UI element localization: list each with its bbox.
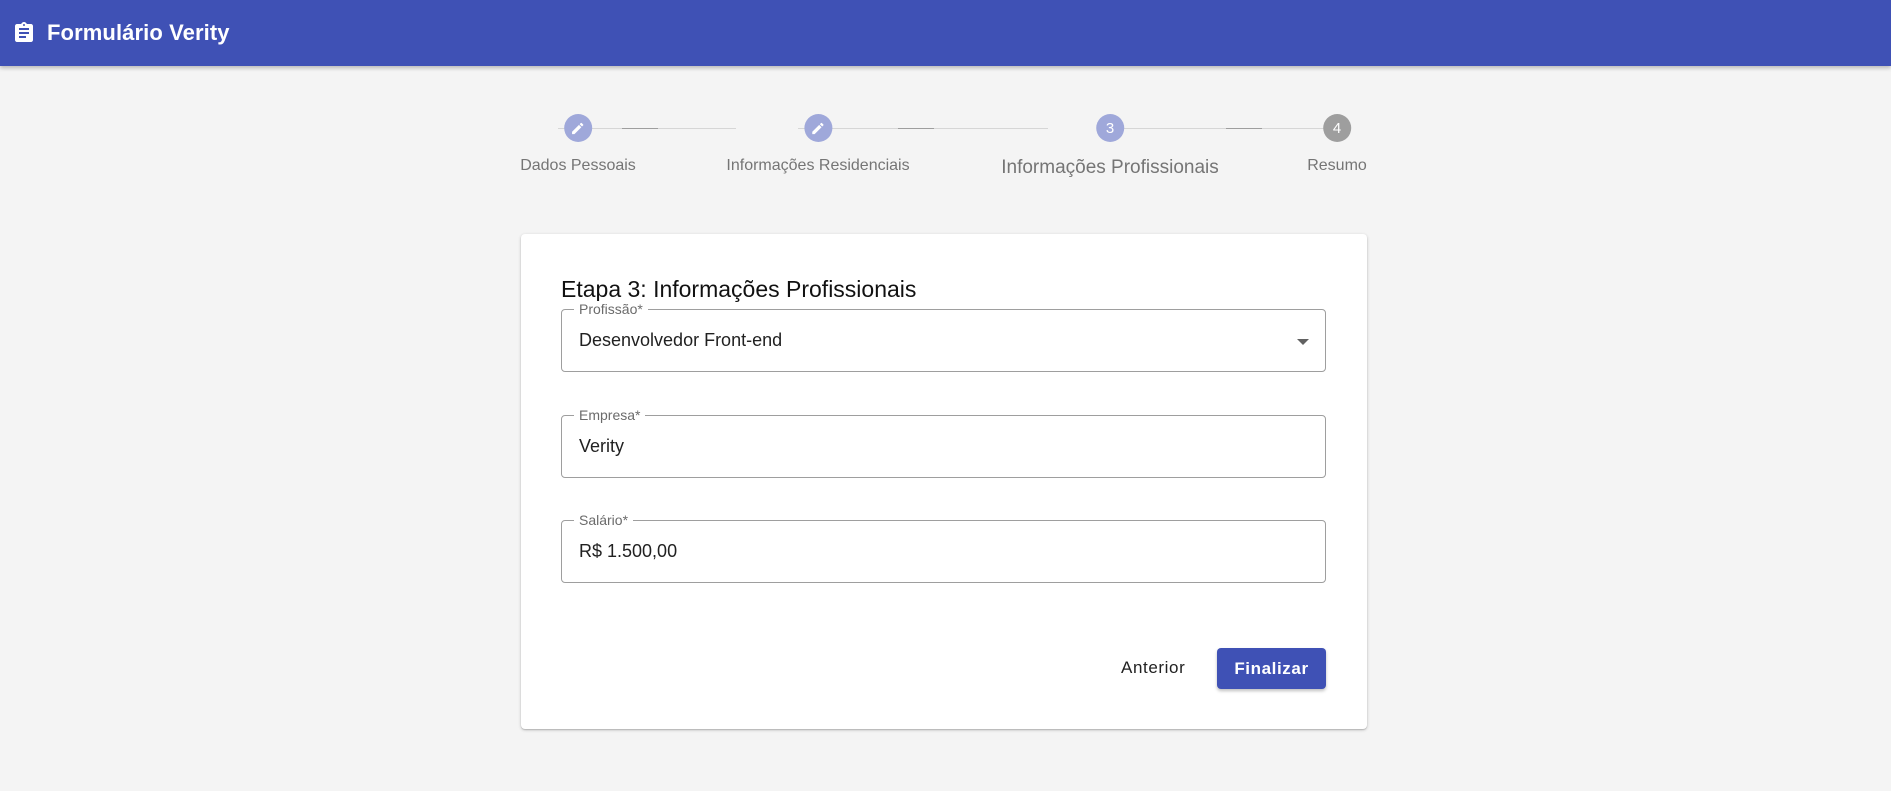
app-title: Formulário Verity: [47, 20, 230, 45]
empresa-label: Empresa*: [574, 407, 646, 423]
app-bar: Formulário Verity: [0, 0, 1891, 66]
step-number: 3: [1095, 114, 1124, 142]
step-label: Dados Pessoais: [520, 157, 636, 174]
anterior-button[interactable]: Anterior: [1109, 648, 1197, 688]
step-number: 4: [1322, 114, 1351, 142]
pencil-icon: [564, 114, 592, 142]
pencil-icon: [803, 114, 832, 142]
empresa-field[interactable]: Empresa*: [561, 407, 1326, 478]
empresa-input[interactable]: [579, 436, 1279, 457]
step-dados-pessoais[interactable]: Dados Pessoais: [520, 114, 636, 175]
step-label: Informações Residenciais: [726, 157, 910, 174]
profissao-select[interactable]: Profissão* Desenvolvedor Front-end: [561, 301, 1326, 372]
clipboard-icon: [12, 21, 36, 45]
salario-label: Salário*: [574, 512, 634, 528]
step-resumo[interactable]: 4 Resumo: [1307, 114, 1367, 175]
profissao-label: Profissão*: [574, 301, 648, 317]
form-heading: Etapa 3: Informações Profissionais: [561, 276, 917, 302]
salario-input[interactable]: [579, 541, 1279, 562]
step-label: Resumo: [1307, 157, 1367, 174]
profissao-value: Desenvolvedor Front-end: [579, 330, 783, 350]
step-label: Informações Profissionais: [1001, 157, 1219, 178]
form-card: Etapa 3: Informações Profissionais Profi…: [521, 234, 1367, 729]
step-informacoes-profissionais[interactable]: 3 Informações Profissionais: [1001, 114, 1219, 179]
step-informacoes-residenciais[interactable]: Informações Residenciais: [726, 114, 910, 175]
salario-field[interactable]: Salário*: [561, 512, 1326, 583]
dropdown-arrow-icon[interactable]: [1297, 339, 1309, 345]
finalizar-button[interactable]: Finalizar: [1217, 648, 1326, 689]
stepper: Dados Pessoais Informações Residenciais …: [520, 114, 1368, 184]
